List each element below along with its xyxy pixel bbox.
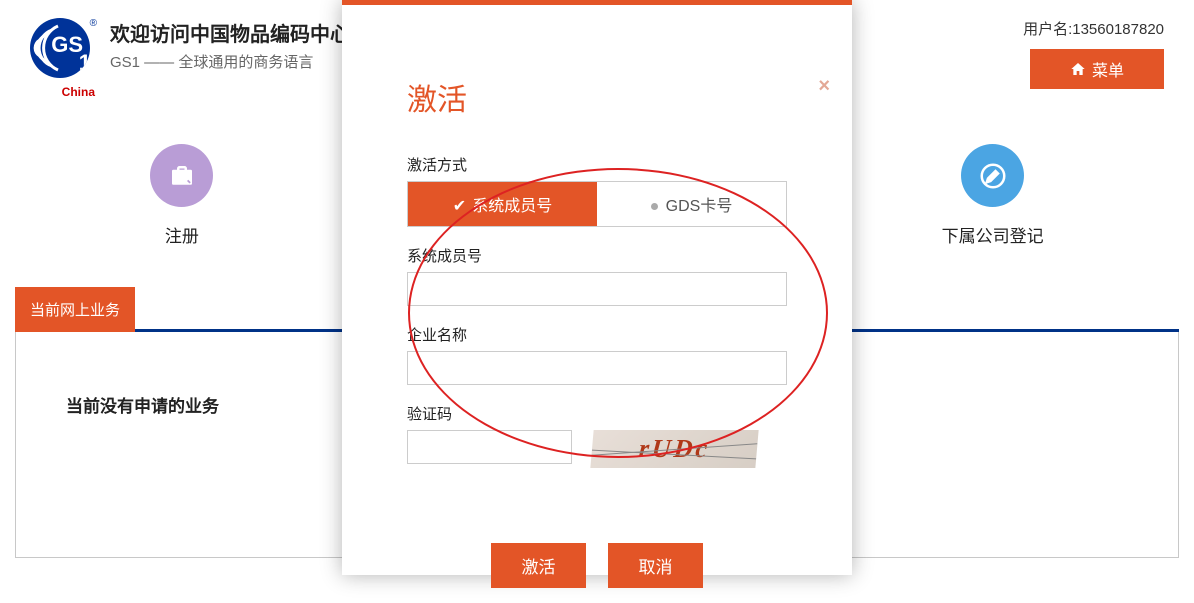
- cancel-button[interactable]: 取消: [608, 543, 703, 588]
- company-name-input[interactable]: [407, 351, 787, 385]
- company-name-label: 企业名称: [407, 324, 787, 345]
- close-icon[interactable]: ×: [818, 75, 830, 98]
- check-icon: ✔: [453, 198, 466, 215]
- member-number-input[interactable]: [407, 272, 787, 306]
- activation-method-label: 激活方式: [407, 154, 787, 175]
- bullet-icon: [651, 203, 658, 210]
- member-number-label: 系统成员号: [407, 245, 787, 266]
- captcha-label: 验证码: [407, 403, 787, 424]
- captcha-input[interactable]: [407, 430, 572, 464]
- modal-title: 激活: [407, 75, 787, 119]
- captcha-image[interactable]: rUDc: [590, 430, 758, 468]
- activate-button[interactable]: 激活: [491, 543, 586, 588]
- activate-modal: × 激活 激活方式 ✔系统成员号 GDS卡号 系统成员号 企业名称 验证码 rU…: [342, 0, 852, 575]
- tab-gds-card[interactable]: GDS卡号: [597, 182, 786, 226]
- tab-system-member[interactable]: ✔系统成员号: [408, 182, 597, 226]
